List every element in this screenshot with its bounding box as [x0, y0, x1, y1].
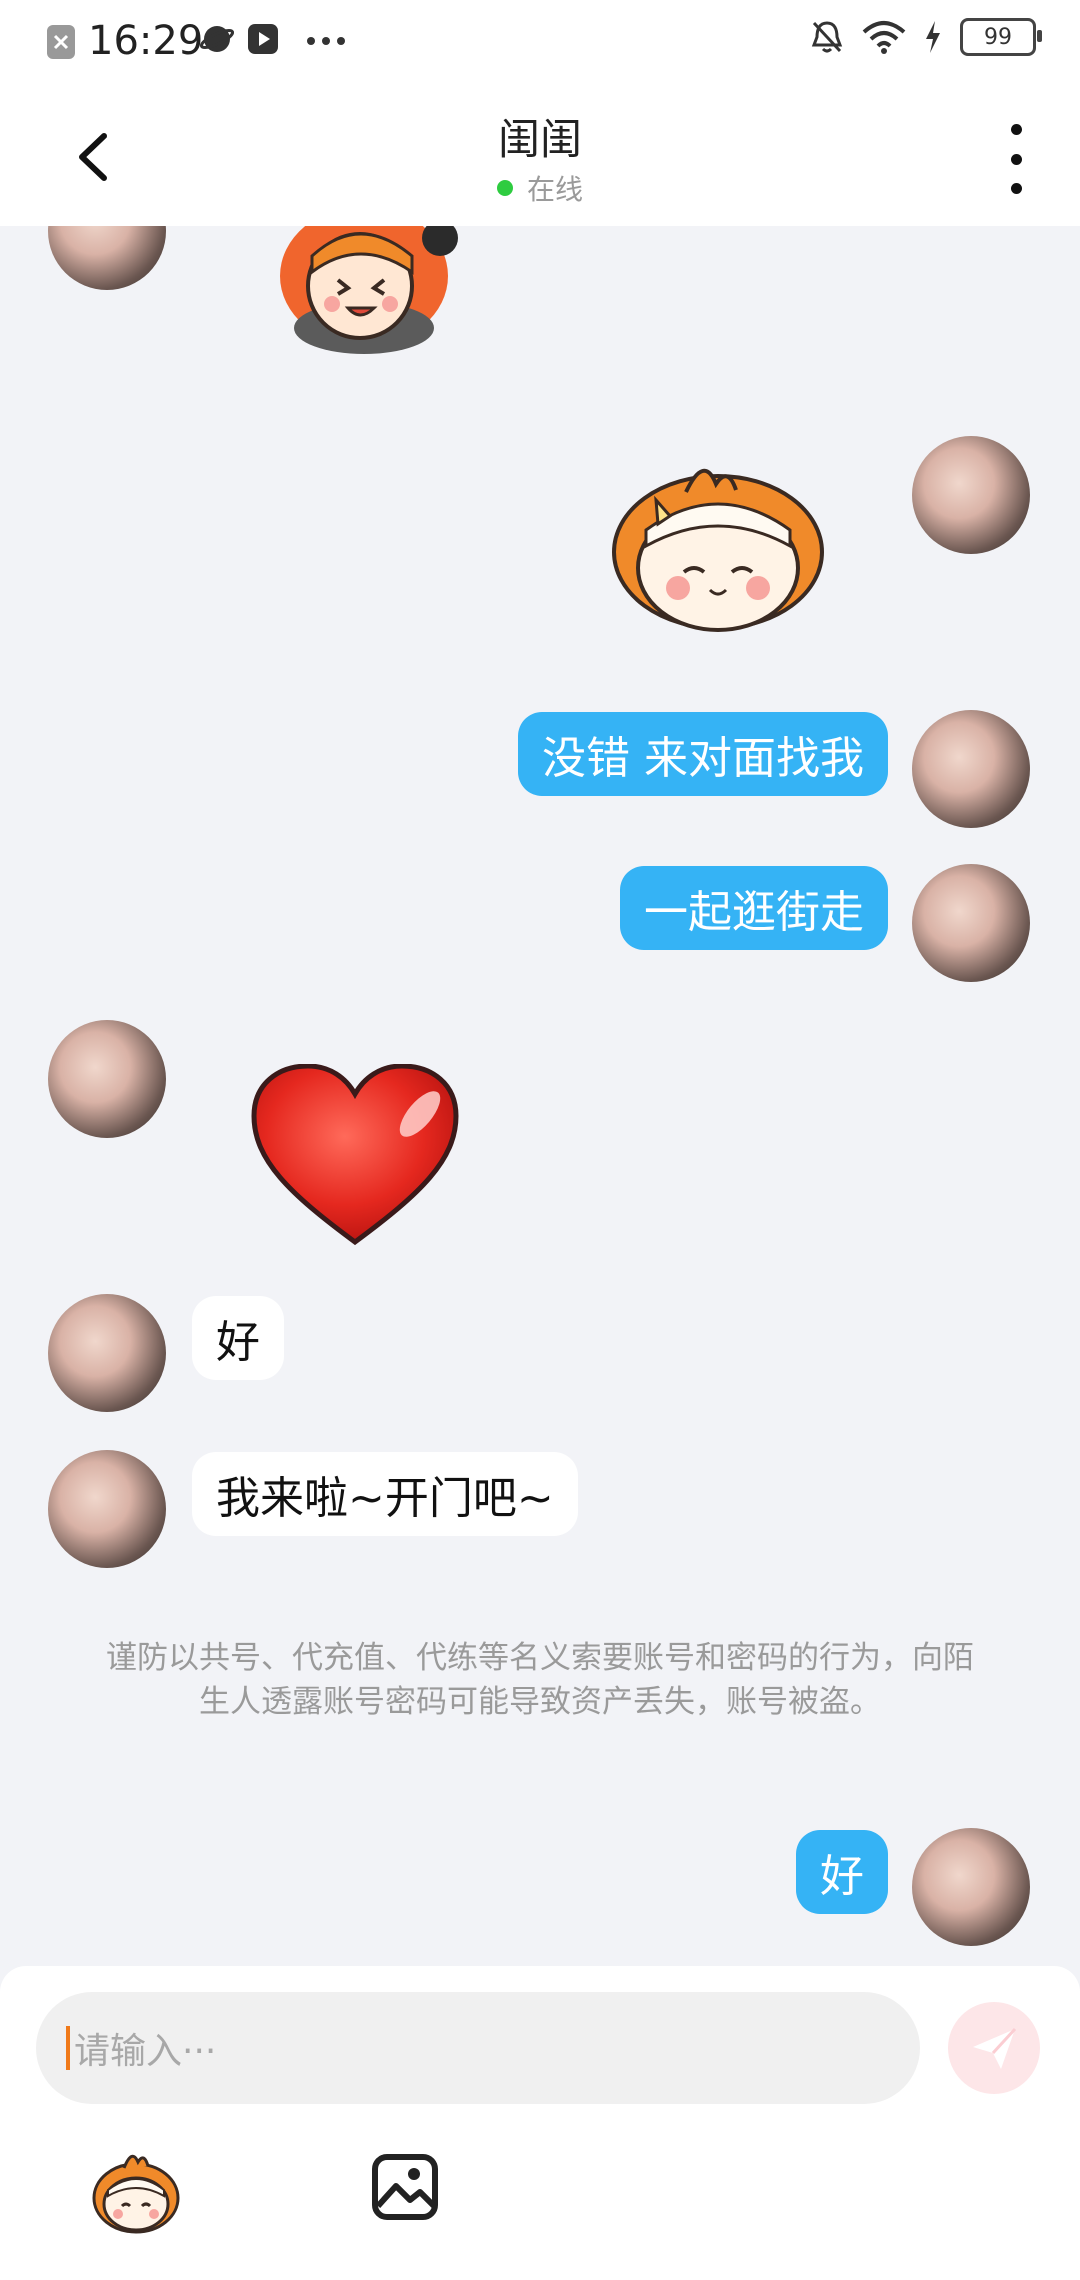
sticker-picker-button[interactable] — [90, 2146, 182, 2238]
more-dots-icon — [307, 37, 345, 45]
message-bubble-sent[interactable]: 没错 来对面找我 — [518, 712, 888, 796]
sticker-character-smile — [612, 469, 824, 632]
play-icon — [248, 24, 278, 54]
send-icon — [973, 2027, 1017, 2069]
battery-icon: 99 — [960, 18, 1042, 56]
message-list[interactable]: 没错 来对面找我 一起逛街走 好 我来啦~开门吧~ 谨防以共号、代充值、代练等名… — [0, 226, 1080, 1966]
wifi-icon — [862, 21, 906, 54]
more-options-button[interactable] — [996, 124, 1036, 194]
online-status: 在线 — [0, 168, 1080, 208]
my-avatar[interactable] — [912, 864, 1030, 982]
message-bubble-sent[interactable]: 好 — [796, 1830, 888, 1914]
contact-avatar[interactable] — [48, 226, 166, 290]
contact-avatar[interactable] — [48, 1020, 166, 1138]
planet-icon — [200, 26, 234, 52]
send-button[interactable] — [948, 2002, 1040, 2094]
message-input-placeholder: 请输入··· — [74, 2031, 217, 2072]
bell-off-icon — [811, 21, 843, 53]
close-icon — [47, 25, 75, 59]
message-input[interactable]: 请输入··· — [36, 1992, 920, 2104]
online-dot-icon — [496, 180, 513, 196]
chat-header: 闺闺 在线 — [0, 84, 1080, 226]
my-avatar[interactable] — [912, 436, 1030, 554]
online-status-label: 在线 — [526, 173, 583, 206]
message-bubble-sent[interactable]: 一起逛街走 — [620, 866, 888, 950]
message-composer: 请输入··· — [0, 1966, 1080, 2280]
chat-title: 闺闺 — [497, 115, 582, 164]
security-notice: 谨防以共号、代充值、代练等名义索要账号和密码的行为，向陌生人透露账号密码可能导致… — [106, 1640, 974, 1720]
heart-sticker-icon — [251, 1064, 459, 1246]
text-caret — [66, 2026, 70, 2070]
battery-level: 99 — [984, 24, 1012, 50]
my-avatar[interactable] — [912, 710, 1030, 828]
image-picker-button[interactable] — [370, 2152, 440, 2222]
message-bubble-received[interactable]: 好 — [192, 1296, 284, 1380]
contact-avatar[interactable] — [48, 1450, 166, 1568]
my-avatar[interactable] — [912, 1828, 1030, 1946]
status-bar: 16:29 99 — [0, 0, 1080, 84]
contact-avatar[interactable] — [48, 1294, 166, 1412]
charging-icon — [926, 21, 940, 53]
status-time: 16:29 — [88, 18, 204, 64]
message-bubble-received[interactable]: 我来啦~开门吧~ — [192, 1452, 578, 1536]
sticker-character-cheer — [280, 226, 458, 354]
